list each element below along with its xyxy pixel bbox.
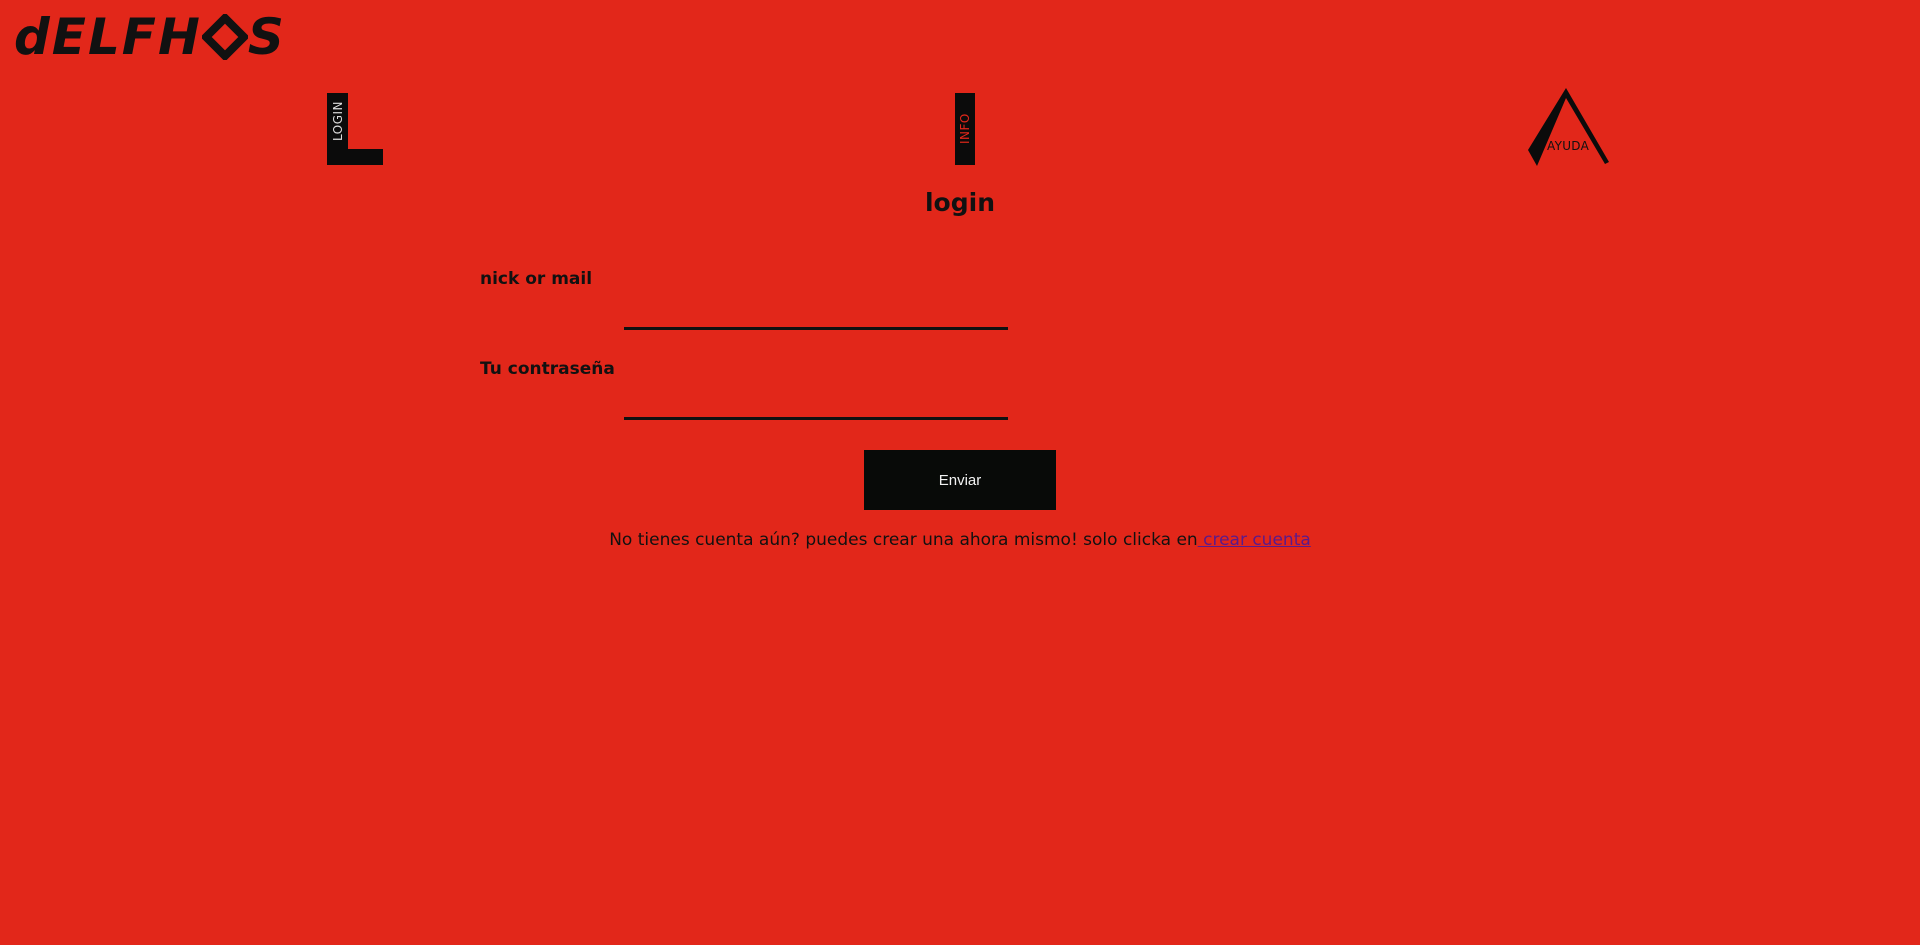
submit-button[interactable]: Enviar: [864, 450, 1056, 510]
nav-ayuda-label: AYUDA: [1547, 139, 1590, 153]
nick-label: nick or mail: [480, 269, 593, 289]
create-account-link[interactable]: crear cuenta: [1198, 530, 1311, 550]
nav-info-button[interactable]: INFO: [955, 93, 975, 165]
page: dELFH S LOGIN INFO AYUDA login nick or ma…: [0, 0, 1920, 945]
password-input[interactable]: [624, 379, 1008, 420]
signup-text: No tienes cuenta aún? puedes crear una a…: [609, 530, 1198, 550]
nav-login-button[interactable]: LOGIN: [327, 93, 383, 165]
password-label: Tu contraseña: [480, 359, 615, 379]
nav-info-label: INFO: [958, 113, 972, 145]
logo-text-end: S: [247, 8, 286, 66]
nick-input[interactable]: [624, 289, 1008, 330]
nav-login-label: LOGIN: [331, 100, 345, 142]
logo-text-start: dELFH: [14, 8, 202, 66]
signup-prompt: No tienes cuenta aún? puedes crear una a…: [0, 529, 1920, 551]
login-bar-horizontal: [327, 149, 383, 165]
ayuda-triangle-icon: [1528, 88, 1609, 166]
logo[interactable]: dELFH S: [14, 8, 286, 66]
page-title: login: [924, 188, 995, 217]
nav-ayuda-button[interactable]: AYUDA: [1527, 86, 1609, 168]
logo-diamond-icon: [201, 14, 248, 60]
